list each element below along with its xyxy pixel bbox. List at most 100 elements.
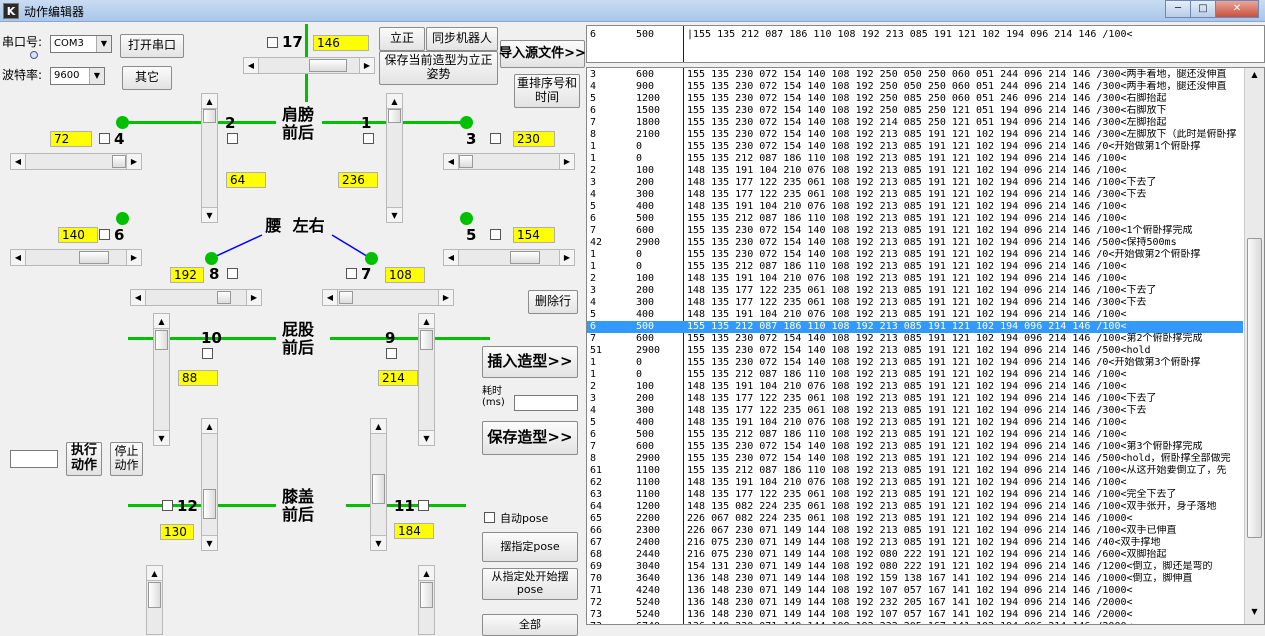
arrow-left-icon[interactable]: ◀ [244,58,259,73]
slider-thumb[interactable] [148,582,161,608]
servo-5-value[interactable]: 154 [513,227,555,243]
list-row[interactable]: 7 1800 155 135 230 072 154 140 108 192 214… [587,117,1243,129]
servo-6-slider[interactable]: ◀ ▶ [10,249,142,266]
servo-3-value[interactable]: 230 [513,131,555,147]
servo-1-slider[interactable]: ▲ ▼ [386,93,403,223]
list-row[interactable]: 1 0 155 135 230 072 154 140 108 192 213 08… [587,249,1243,261]
arrow-left-icon[interactable]: ◀ [323,290,338,305]
arrow-up-icon[interactable]: ▲ [154,314,169,329]
list-row[interactable]: 4 300 148 135 177 122 235 061 108 192 213 … [587,405,1243,417]
servo-12-slider[interactable]: ▲ ▼ [201,418,218,551]
servo-17-slider[interactable]: ◀ ▶ [243,57,375,74]
import-source-button[interactable]: 导入源文件>> [499,40,586,68]
slider-thumb[interactable] [309,59,347,72]
baud-select[interactable]: 9600 ▼ [50,67,105,85]
list-row[interactable]: 7 600 155 135 230 072 154 140 108 192 213 … [587,225,1243,237]
list-row[interactable]: 3 200 148 135 177 122 235 061 108 192 213 … [587,285,1243,297]
scroll-thumb[interactable] [1247,238,1262,538]
open-port-button[interactable]: 打开串口 [120,34,184,58]
save-stand-button[interactable]: 保存当前造型为立正姿势 [379,51,498,85]
arrow-down-icon[interactable]: ▼ [419,430,434,445]
list-row[interactable]: 5 400 148 135 191 104 210 076 108 192 213 … [587,309,1243,321]
list-row[interactable]: 73 6740 136 148 230 071 149 144 108 192 23… [587,621,1243,624]
servo-7-value[interactable]: 108 [385,267,425,283]
list-row[interactable]: 65 2200 226 067 082 224 235 061 108 192 21… [587,513,1243,525]
list-row[interactable]: 63 1100 148 135 177 122 235 061 108 192 21… [587,489,1243,501]
list-row[interactable]: 5 400 148 135 191 104 210 076 108 192 213 … [587,201,1243,213]
servo-1-value[interactable]: 236 [338,172,378,188]
list-row[interactable]: 4 300 148 135 177 122 235 061 108 192 213 … [587,189,1243,201]
servo-9-checkbox[interactable] [386,348,397,359]
servo-4-value[interactable]: 72 [50,131,92,147]
servo-1-checkbox[interactable] [363,133,374,144]
servo-17-value[interactable]: 146 [313,35,369,51]
list-row[interactable]: 51 2900 155 135 230 072 154 140 108 192 21… [587,345,1243,357]
time-input[interactable] [514,395,578,411]
list-row[interactable]: 2 100 148 135 191 104 210 076 108 192 213 … [587,273,1243,285]
arrow-up-icon[interactable]: ▲ [371,419,386,434]
slider-thumb[interactable] [420,582,433,608]
arrow-left-icon[interactable]: ◀ [444,154,459,169]
list-row[interactable]: 6 1500 155 135 230 072 154 140 108 192 250… [587,105,1243,117]
execute-button[interactable]: 执行动作 [66,442,102,476]
list-row[interactable]: 3 200 148 135 177 122 235 061 108 192 213 … [587,393,1243,405]
list-row[interactable]: 66 2300 226 067 230 071 149 144 108 192 21… [587,525,1243,537]
action-list-scrollbar[interactable]: ▲ ▼ [1244,68,1264,624]
current-frame-list[interactable]: 6 500 |155 135 212 087 186 110 108 192 213… [586,25,1265,63]
servo-11-value[interactable]: 184 [394,523,434,539]
list-row[interactable]: 1 0 155 135 212 087 186 110 108 192 213 08… [587,153,1243,165]
servo-6-value[interactable]: 140 [58,227,98,243]
maximize-icon[interactable]: □ [1190,0,1216,18]
arrow-down-icon[interactable]: ▼ [387,207,402,222]
close-icon[interactable]: ✕ [1215,0,1259,18]
slider-thumb[interactable] [510,251,540,264]
action-list[interactable]: 3 600 155 135 230 072 154 140 108 192 250 … [586,67,1265,625]
arrow-up-icon[interactable]: ▲ [147,566,162,581]
auto-pose-checkbox[interactable] [484,512,495,523]
insert-pose-button[interactable]: 插入造型>> [482,346,578,378]
list-row[interactable]: 69 3040 154 131 230 071 149 144 108 192 08… [587,561,1243,573]
slider-thumb[interactable] [112,155,126,168]
servo-11-checkbox[interactable] [418,500,429,511]
sync-robot-button[interactable]: 同步机器人 [426,27,498,51]
arrow-right-icon[interactable]: ▶ [126,154,141,169]
list-row[interactable]: 67 2400 216 075 230 071 149 144 108 192 21… [587,537,1243,549]
list-row[interactable]: 73 5240 136 148 230 071 149 144 108 192 10… [587,609,1243,621]
arrow-right-icon[interactable]: ▶ [359,58,374,73]
arrow-down-icon[interactable]: ▼ [202,535,217,550]
list-row[interactable]: 8 2100 155 135 230 072 154 140 108 192 213… [587,129,1243,141]
list-row[interactable]: 68 2440 216 075 230 071 149 144 108 192 08… [587,549,1243,561]
slider-thumb[interactable] [420,330,433,350]
list-row[interactable]: 62 1100 148 135 191 104 210 076 108 192 21… [587,477,1243,489]
slider-thumb[interactable] [155,330,168,350]
servo-9-slider[interactable]: ▲ ▼ [418,313,435,446]
servo-2-checkbox[interactable] [227,133,238,144]
servo-3-checkbox[interactable] [490,133,501,144]
list-row[interactable]: 5 1200 155 135 230 072 154 140 108 192 250… [587,93,1243,105]
save-pose-button[interactable]: 保存造型>> [482,421,578,455]
list-row[interactable]: 3 200 148 135 177 122 235 061 108 192 213 … [587,177,1243,189]
slider-thumb[interactable] [203,109,216,123]
arrow-left-icon[interactable]: ◀ [11,154,26,169]
pose-specified-button[interactable]: 摆指定pose [482,532,578,562]
list-row[interactable]: 6 500 155 135 212 087 186 110 108 192 213 … [587,321,1243,333]
arrow-up-icon[interactable]: ▲ [419,566,434,581]
servo-4-checkbox[interactable] [99,133,110,144]
port-select[interactable]: COM3 ▼ [50,35,112,53]
list-row[interactable]: 1 0 155 135 230 072 154 140 108 192 213 08… [587,357,1243,369]
reorder-button[interactable]: 重排序号和时间 [514,74,580,108]
servo-8-slider[interactable]: ◀ ▶ [130,289,262,306]
servo-8-value[interactable]: 192 [170,267,204,283]
servo-7-checkbox[interactable] [346,268,357,279]
pose-from-button[interactable]: 从指定处开始摆pose [482,568,578,600]
servo-10-value[interactable]: 88 [178,370,218,386]
list-row[interactable]: 1 0 155 135 212 087 186 110 108 192 213 08… [587,369,1243,381]
servo-2-slider[interactable]: ▲ ▼ [201,93,218,223]
list-row[interactable]: 2 100 148 135 191 104 210 076 108 192 213 … [587,381,1243,393]
list-row[interactable]: 8 2900 155 135 230 072 154 140 108 192 213… [587,453,1243,465]
slider-thumb[interactable] [372,474,385,504]
execute-count-input[interactable] [10,450,58,468]
list-row[interactable]: 4 900 155 135 230 072 154 140 108 192 250 … [587,81,1243,93]
list-row[interactable]: 7 600 155 135 230 072 154 140 108 192 213 … [587,441,1243,453]
servo-7-slider[interactable]: ◀ ▶ [322,289,454,306]
